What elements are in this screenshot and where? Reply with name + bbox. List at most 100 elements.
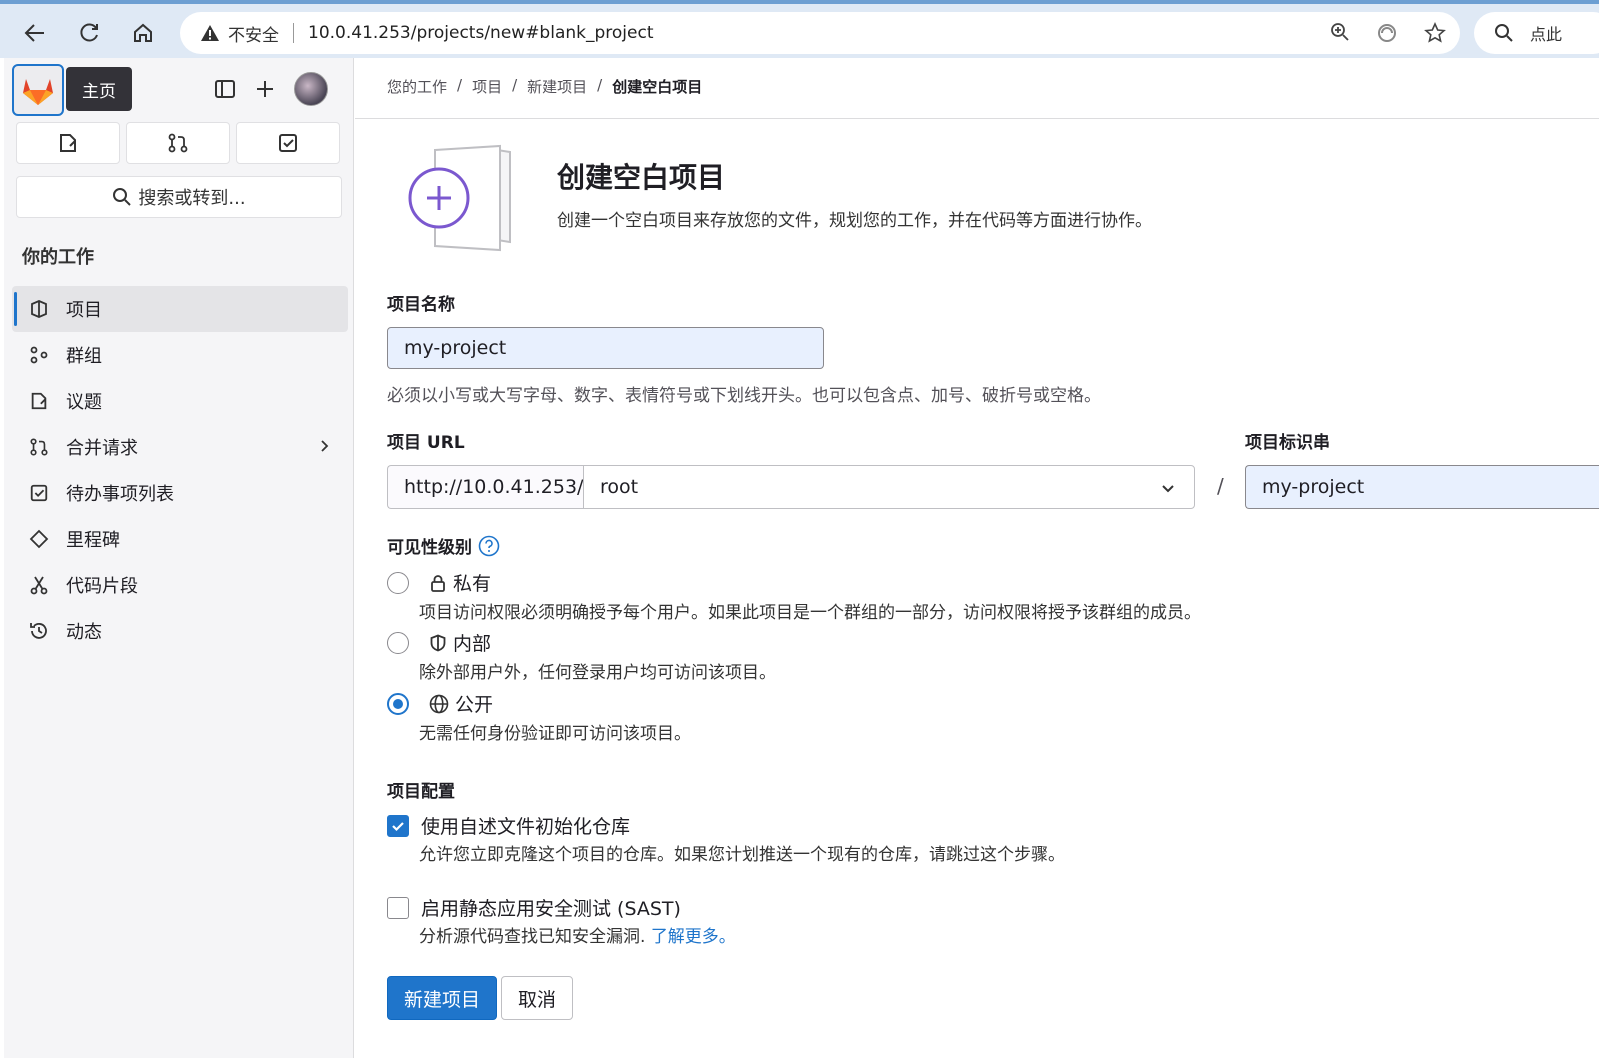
search-label: 搜索或转到... [138,188,246,209]
zoom-icon[interactable] [1330,22,1350,42]
visibility-internal-desc: 除外部用户外，任何登录用户均可访问该项目。 [419,663,776,683]
chevron-right-icon[interactable] [316,438,332,454]
reload-icon[interactable] [74,18,104,48]
toggle-sidebar-icon[interactable] [214,78,236,100]
readme-checkbox[interactable] [387,814,409,837]
your-work-title: 你的工作 [22,247,94,268]
blank-project-illustration [408,144,511,252]
project-name-input[interactable]: my-project [387,327,824,369]
url-separator: / [1217,474,1224,498]
project-url-label: 项目 URL [387,433,465,453]
sidebar-item-label: 项目 [66,300,102,321]
merge-requests-shortcut-button[interactable] [126,122,230,164]
visibility-private-label: 私有 [453,573,492,595]
visibility-internal-radio[interactable] [387,631,409,654]
browser-toolbar: 不安全 10.0.41.253/projects/new#blank_proje… [0,0,1599,58]
back-icon[interactable] [20,18,50,48]
visibility-public-radio[interactable] [387,692,409,715]
breadcrumb-separator: / [512,76,518,94]
main-content: 您的工作 / 项目 / 新建项目 / 创建空白项目 创建空白项目 创建一个空白项目来存… [355,58,1599,1058]
favorite-star-icon[interactable] [1424,22,1446,44]
visibility-public-option[interactable]: 公开 [387,690,493,717]
cancel-button[interactable]: 取消 [501,976,573,1020]
url-prefix: http://10.0.41.253/ [387,465,583,509]
create-project-button[interactable]: 新建项目 [387,976,497,1020]
chevron-down-icon [1162,485,1174,493]
plus-icon[interactable] [254,78,276,100]
activity-icon [28,620,50,642]
address-divider [293,23,294,43]
sidebar-item-issues[interactable]: 议题 [12,378,348,424]
visibility-private-radio[interactable] [387,571,409,594]
sidebar-item-todos[interactable]: 待办事项列表 [12,470,348,516]
home-icon[interactable] [128,18,158,48]
browser-search[interactable]: 点此 [1474,12,1599,54]
sidebar-item-snippets[interactable]: 代码片段 [12,562,348,608]
todos-shortcut-button[interactable] [236,122,340,164]
sidebar-item-activity[interactable]: 动态 [12,608,348,654]
sast-option[interactable]: 启用静态应用安全测试 (SAST) [387,894,681,921]
readme-desc: 允许您立即克隆这个项目的仓库。如果您计划推送一个现有的仓库，请跳过这个步骤。 [419,845,1065,865]
milestone-icon [28,528,50,550]
sidebar-item-label: 动态 [66,622,102,643]
sast-label: 启用静态应用安全测试 (SAST) [421,898,681,920]
avatar[interactable] [294,72,328,106]
project-slug-input[interactable]: my-project [1245,465,1599,509]
todo-icon [28,482,50,504]
breadcrumb: 您的工作 / 项目 / 新建项目 / 创建空白项目 [387,76,702,97]
globe-icon [429,694,449,713]
sidebar-item-label: 待办事项列表 [66,484,174,505]
group-icon [28,344,50,366]
header-divider [355,118,1599,119]
browser-search-text: 点此 [1530,25,1563,44]
sidebar-item-groups[interactable]: 群组 [12,332,348,378]
readme-option[interactable]: 使用自述文件初始化仓库 [387,812,630,839]
issue-icon [28,390,50,412]
security-warning[interactable]: 不安全 [200,21,279,46]
help-icon[interactable] [478,535,500,557]
breadcrumb-separator: / [597,76,603,94]
visibility-internal-option[interactable]: 内部 [387,629,491,656]
breadcrumb-new-project[interactable]: 新建项目 [527,76,587,97]
gitlab-home-button[interactable] [12,64,64,116]
readme-label: 使用自述文件初始化仓库 [421,816,631,838]
sidebar-nav: 项目 群组 议题 合并请求 待办事项列表 里程碑 代码片段 动态 [12,286,348,654]
sast-desc-row: 分析源代码查找已知安全漏洞. 了解更多。 [419,922,736,947]
page-title: 创建空白项目 [557,161,726,194]
lock-icon [431,574,445,592]
sidebar: 主页 搜索或转到... 你的工作 项目 群组 议题 合并请求 待办事项列表 里程… [4,58,354,1058]
warning-icon [201,25,219,41]
address-bar[interactable]: 不安全 10.0.41.253/projects/new#blank_proje… [180,12,1460,54]
search-icon [113,188,132,206]
visibility-private-option[interactable]: 私有 [387,569,491,596]
sidebar-item-projects[interactable]: 项目 [12,286,348,332]
namespace-select[interactable]: root [583,465,1195,509]
project-icon [28,298,50,320]
project-slug-label: 项目标识串 [1245,433,1330,453]
visibility-private-desc: 项目访问权限必须明确授予每个用户。如果此项目是一个群组的一部分，访问权限将授予该… [419,603,1201,623]
page-description: 创建一个空白项目来存放您的文件，规划您的工作，并在代码等方面进行协作。 [557,211,1152,231]
learn-more-link[interactable]: 了解更多。 [651,927,736,947]
sast-checkbox[interactable] [387,896,409,919]
snippet-icon [28,574,50,596]
sidebar-item-milestones[interactable]: 里程碑 [12,516,348,562]
gitlab-logo-icon [23,79,53,105]
namespace-value: root [600,476,639,498]
sidebar-item-label: 里程碑 [66,530,120,551]
sidebar-item-merge-requests[interactable]: 合并请求 [12,424,348,470]
shield-icon [430,634,446,651]
breadcrumb-current[interactable]: 创建空白项目 [612,76,702,97]
visibility-level-label: 可见性级别 [387,533,500,558]
breadcrumb-your-work[interactable]: 您的工作 [387,76,447,97]
url-text[interactable]: 10.0.41.253/projects/new#blank_project [308,23,654,43]
search-or-goto-button[interactable]: 搜索或转到... [16,176,342,218]
checkmark-icon [392,821,404,831]
visibility-internal-label: 内部 [453,633,492,655]
project-config-label: 项目配置 [387,782,455,802]
translate-icon[interactable] [1376,22,1398,44]
visibility-label-text: 可见性级别 [387,538,472,558]
issues-shortcut-button[interactable] [16,122,120,164]
merge-request-icon [28,436,50,458]
breadcrumb-projects[interactable]: 项目 [472,76,502,97]
visibility-public-desc: 无需任何身份验证即可访问该项目。 [419,724,691,744]
